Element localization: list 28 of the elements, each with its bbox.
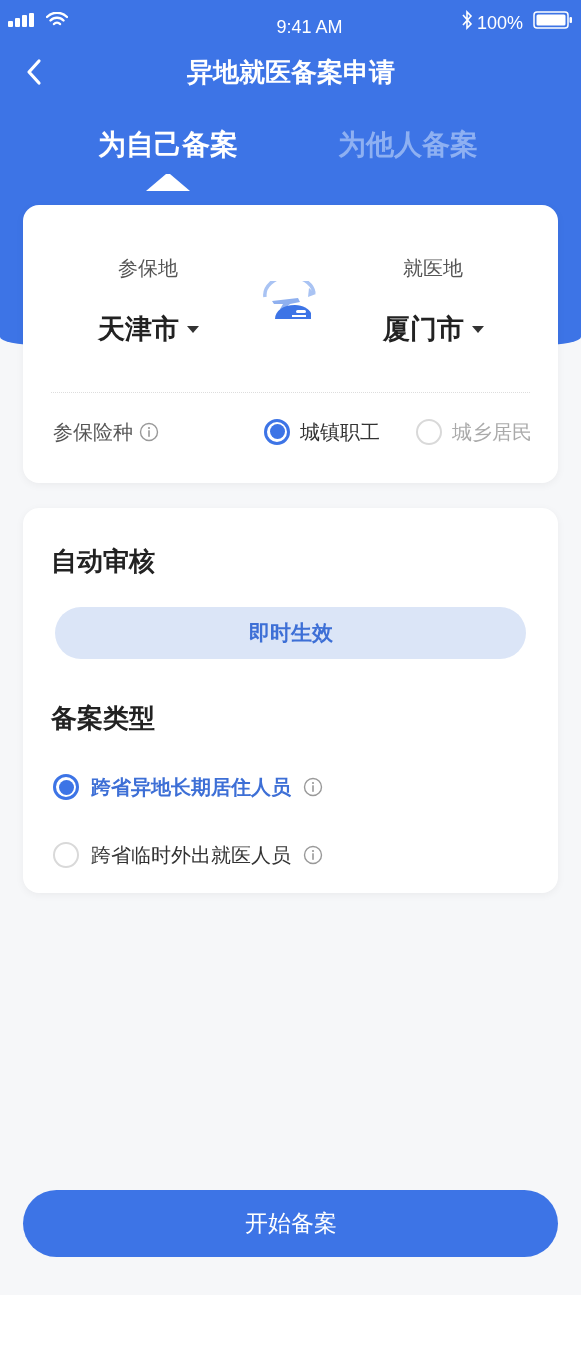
caret-icon xyxy=(471,325,484,333)
info-icon[interactable] xyxy=(303,845,323,865)
wifi-icon xyxy=(46,12,68,28)
status-time: 9:41 AM xyxy=(276,15,343,39)
location-label: 就医地 xyxy=(403,256,463,281)
radio-button[interactable] xyxy=(53,774,79,800)
tab-pointer-icon xyxy=(146,173,190,191)
status-pill: 即时生效 xyxy=(55,607,526,659)
battery-icon xyxy=(533,11,573,29)
battery-percent: 100% xyxy=(476,11,523,35)
bluetooth-icon xyxy=(460,10,473,30)
page-title: 异地就医备案申请 xyxy=(186,55,395,89)
info-icon[interactable] xyxy=(303,777,323,797)
signal-icon xyxy=(8,13,36,27)
insurance-label: 参保险种 xyxy=(53,419,133,445)
city-dropdown[interactable]: 天津市 xyxy=(97,309,199,350)
radio-label[interactable]: 跨省临时外出就医人员 xyxy=(91,840,291,870)
city-dropdown[interactable]: 厦门市 xyxy=(382,309,484,350)
section-title: 备案类型 xyxy=(51,702,156,735)
tab[interactable]: 为自己备案 xyxy=(98,120,238,170)
radio-label[interactable]: 跨省异地长期居住人员 xyxy=(91,772,291,802)
section-title: 自动审核 xyxy=(51,545,156,578)
location-label: 参保地 xyxy=(118,256,178,281)
info-icon[interactable] xyxy=(139,421,159,442)
radio-label[interactable]: 城镇职工 xyxy=(300,416,380,447)
start-button[interactable]: 开始备案 xyxy=(23,1190,558,1257)
radio-button[interactable] xyxy=(264,418,290,445)
caret-icon xyxy=(186,325,199,333)
